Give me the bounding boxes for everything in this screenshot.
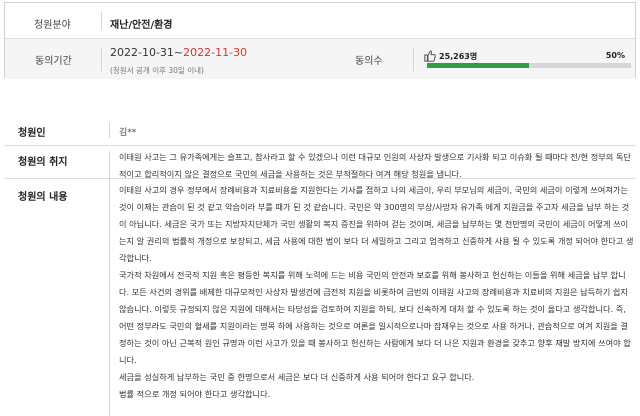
content-label: 청원의 내용 bbox=[18, 192, 68, 203]
divider bbox=[101, 47, 102, 71]
section-divider bbox=[4, 178, 636, 179]
content-paragraph: 국가적 차원에서 전국적 지원 혹은 평등한 복지를 위해 노력에 드는 비용 … bbox=[119, 270, 631, 365]
content-paragraph: 이태원 사고의 경우 정부에서 장례비용과 치료비용을 지원한다는 기사를 접하… bbox=[119, 185, 634, 263]
agree-progress-fill bbox=[427, 63, 529, 68]
divider bbox=[109, 151, 110, 185]
period-label: 동의기간 bbox=[35, 56, 72, 67]
agree-percent: 50% bbox=[605, 51, 625, 60]
period-value: 2022-10-31~2022-11-30 bbox=[110, 46, 247, 59]
content-body: 이태원 사고의 경우 정부에서 장례비용과 치료비용을 지원한다는 기사를 접하… bbox=[119, 182, 634, 403]
period-start: 2022-10-31~ bbox=[110, 46, 184, 59]
purpose-label: 청원의 취지 bbox=[18, 157, 68, 168]
category-value: 재난/안전/환경 bbox=[110, 20, 173, 31]
petition-info-box: 청원분야 재난/안전/환경 동의기간 2022-10-31~2022-11-30… bbox=[4, 2, 636, 79]
category-label: 청원분야 bbox=[34, 20, 71, 31]
agree-label: 동의수 bbox=[355, 56, 383, 67]
category-row: 청원분야 재난/안전/환경 bbox=[5, 3, 635, 39]
divider bbox=[101, 12, 102, 30]
author-label: 청원인 bbox=[18, 128, 46, 139]
agree-count: 25,263명 bbox=[439, 52, 478, 61]
section-divider bbox=[4, 145, 636, 146]
period-end: 2022-11-30 bbox=[183, 46, 248, 59]
thumbs-up-icon bbox=[424, 50, 436, 62]
content-paragraph: 법률 적으로 개정 되어야 한다고 생각합니다. bbox=[119, 389, 271, 399]
period-note: (청원서 공개 이후 30일 이내) bbox=[110, 66, 204, 75]
content-paragraph: 세금을 성실하게 납부하는 국민 중 한명으로서 세금은 보다 더 신중하게 사… bbox=[119, 372, 475, 382]
agree-progress-bar bbox=[427, 63, 631, 68]
author-value: 김** bbox=[119, 128, 137, 138]
period-agree-row: 동의기간 2022-10-31~2022-11-30 (청원서 공개 이후 30… bbox=[5, 39, 635, 79]
divider bbox=[109, 122, 110, 138]
divider bbox=[413, 47, 414, 71]
divider bbox=[109, 184, 110, 416]
